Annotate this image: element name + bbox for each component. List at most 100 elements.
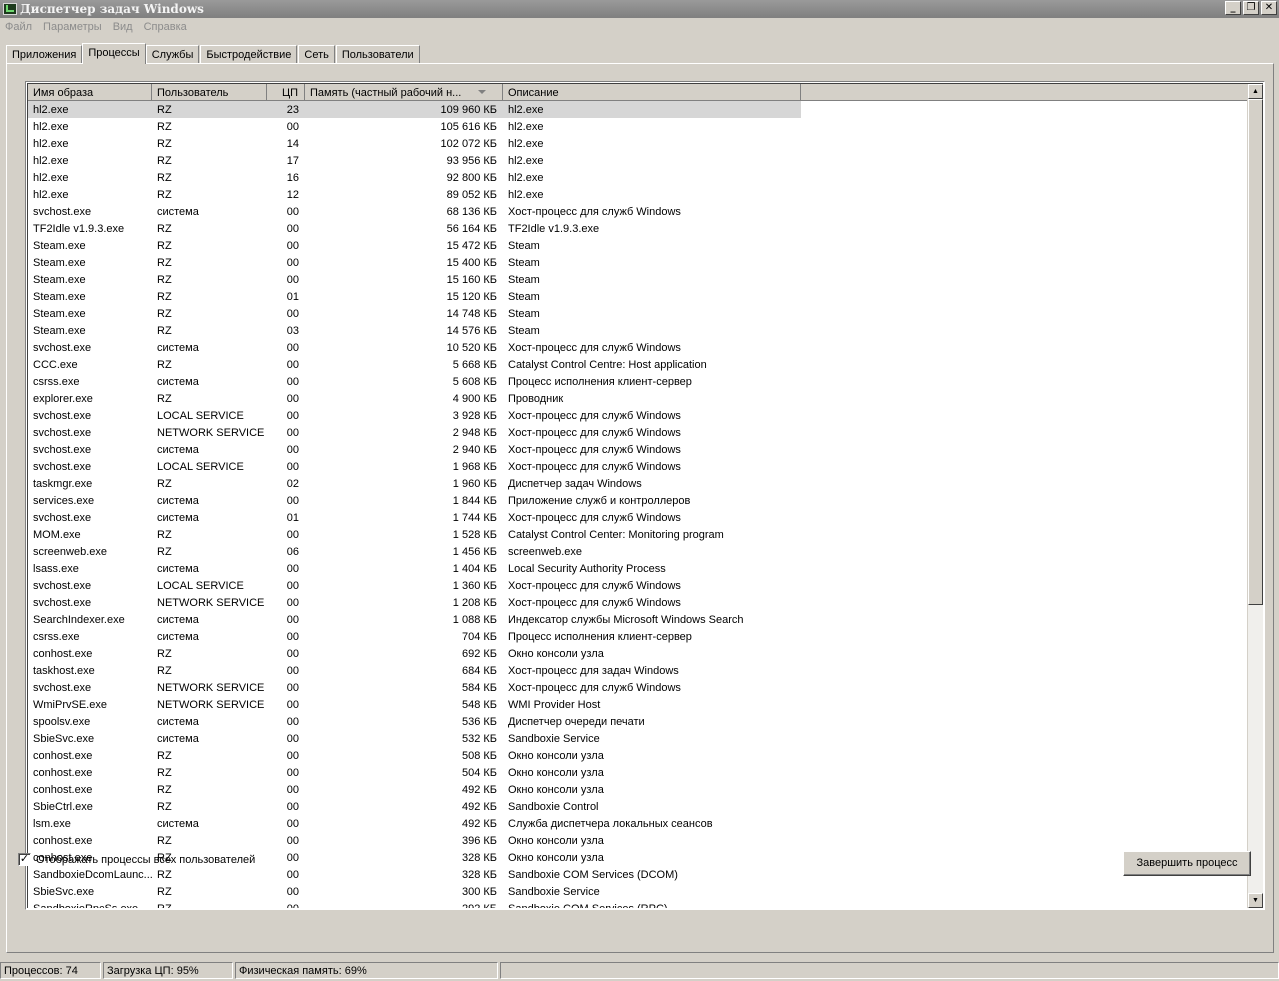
table-row[interactable]: lsm.exe система 00 492 КБ Служба диспетчера … <box>28 815 1248 832</box>
table-row[interactable]: svchost.exe NETWORK SERVICE 00 1 208 КБ Хост… <box>28 594 1248 611</box>
close-button[interactable]: ✕ <box>1261 1 1277 15</box>
menu-view[interactable]: Вид <box>108 19 139 37</box>
table-row[interactable]: conhost.exe RZ 00 492 КБ Окно консоли узла <box>28 781 1248 798</box>
table-row[interactable]: SbieSvc.exe система 00 532 КБ Sandboxie Serv… <box>28 730 1248 747</box>
scroll-thumb[interactable] <box>1248 99 1263 605</box>
table-row[interactable]: conhost.exe RZ 00 508 КБ Окно консоли узла <box>28 747 1248 764</box>
table-row[interactable]: SearchIndexer.exe система 00 1 088 КБ Индекс… <box>28 611 1248 628</box>
table-row[interactable]: conhost.exe RZ 00 692 КБ Окно консоли узла <box>28 645 1248 662</box>
table-row[interactable]: WmiPrvSE.exe NETWORK SERVICE 00 548 КБ WMI P… <box>28 696 1248 713</box>
table-row[interactable]: csrss.exe система 00 5 608 КБ Процесс исполн… <box>28 373 1248 390</box>
table-row[interactable]: svchost.exe NETWORK SERVICE 00 584 КБ Хост-п… <box>28 679 1248 696</box>
cell-image-name: WmiPrvSE.exe <box>33 699 107 711</box>
end-process-button[interactable]: Завершить процесс <box>1123 851 1251 876</box>
cell-cpu: 00 <box>286 359 299 371</box>
column-description[interactable]: Описание <box>503 84 801 101</box>
cell-memory: 1 088 КБ <box>452 614 497 626</box>
table-row[interactable]: conhost.exe RZ 00 396 КБ Окно консоли узла <box>28 832 1248 849</box>
table-row[interactable]: lsass.exe система 00 1 404 КБ Local Security… <box>28 560 1248 577</box>
table-row[interactable]: svchost.exe LOCAL SERVICE 00 3 928 КБ Хост-п… <box>28 407 1248 424</box>
cell-memory: 532 КБ <box>461 733 497 745</box>
table-row[interactable]: taskmgr.exe RZ 02 1 960 КБ Диспетчер задач W… <box>28 475 1248 492</box>
cell-image-name: conhost.exe <box>33 784 93 796</box>
vertical-scrollbar[interactable]: ▲ ▼ <box>1247 84 1263 908</box>
table-row[interactable]: svchost.exe система 01 1 744 КБ Хост-процесс… <box>28 509 1248 526</box>
cell-description: Окно консоли узла <box>508 784 604 796</box>
table-row[interactable]: hl2.exe RZ 12 89 052 КБ hl2.exe <box>28 186 1248 203</box>
table-row[interactable]: explorer.exe RZ 00 4 900 КБ Проводник <box>28 390 1248 407</box>
scroll-down-button[interactable]: ▼ <box>1248 893 1263 908</box>
table-row[interactable]: svchost.exe система 00 10 520 КБ Хост-процес… <box>28 339 1248 356</box>
table-row[interactable]: CCC.exe RZ 00 5 668 КБ Catalyst Control Cent… <box>28 356 1248 373</box>
cell-user: RZ <box>157 359 172 371</box>
minimize-button[interactable]: _ <box>1225 1 1241 15</box>
table-row[interactable]: svchost.exe NETWORK SERVICE 00 2 948 КБ Хост… <box>28 424 1248 441</box>
table-row[interactable]: Steam.exe RZ 01 15 120 КБ Steam <box>28 288 1248 305</box>
cell-user: LOCAL SERVICE <box>157 410 244 422</box>
table-row[interactable]: Steam.exe RZ 00 15 160 КБ Steam <box>28 271 1248 288</box>
cell-image-name: hl2.exe <box>33 155 69 167</box>
tab-networking[interactable]: Сеть <box>298 45 335 64</box>
table-row[interactable]: SbieCtrl.exe RZ 00 492 КБ Sandboxie Control <box>28 798 1248 815</box>
process-list[interactable]: Имя образа Пользователь ЦП Память (частн… <box>25 81 1265 910</box>
cell-user: RZ <box>157 172 172 184</box>
show-all-users-checkbox[interactable]: ✓ <box>18 853 31 866</box>
table-row[interactable]: services.exe система 00 1 844 КБ Приложение … <box>28 492 1248 509</box>
show-all-users-label[interactable]: Отображать процессы всех пользователей <box>36 854 255 866</box>
table-row[interactable]: TF2Idle v1.9.3.exe RZ 00 56 164 КБ TF2Idle v… <box>28 220 1248 237</box>
task-manager-icon[interactable] <box>3 3 17 15</box>
cell-memory: 1 456 КБ <box>452 546 497 558</box>
table-row[interactable]: hl2.exe RZ 00 105 616 КБ hl2.exe <box>28 118 1248 135</box>
cell-description: Steam <box>508 325 540 337</box>
cell-cpu: 00 <box>286 716 299 728</box>
tab-processes[interactable]: Процессы <box>82 43 146 64</box>
cell-image-name: SandboxieRpcSs.exe <box>28 900 152 908</box>
table-row[interactable]: SandboxieRpcSs.exeRZ00292 КБSandboxie CO… <box>28 900 1248 908</box>
tab-services[interactable]: Службы <box>145 45 200 64</box>
menu-help[interactable]: Справка <box>139 19 193 37</box>
table-row[interactable]: Steam.exe RZ 03 14 576 КБ Steam <box>28 322 1248 339</box>
restore-button[interactable]: ❐ <box>1243 1 1259 15</box>
cell-description: Хост-процесс для служб Windows <box>508 444 681 456</box>
tab-performance[interactable]: Быстродействие <box>200 45 298 64</box>
table-row[interactable]: screenweb.exe RZ 06 1 456 КБ screenweb.exe <box>28 543 1248 560</box>
menu-options[interactable]: Параметры <box>38 19 108 37</box>
cell-cpu: 00 <box>286 682 299 694</box>
column-cpu-label: ЦП <box>281 87 298 99</box>
cell-description: Окно консоли узла <box>508 835 604 847</box>
table-row[interactable]: hl2.exe RZ 23 109 960 КБ hl2.exe <box>28 101 1248 118</box>
table-row[interactable]: Steam.exe RZ 00 14 748 КБ Steam <box>28 305 1248 322</box>
cell-image-name: CCC.exe <box>33 359 78 371</box>
table-row[interactable]: svchost.exe система 00 68 136 КБ Хост-процес… <box>28 203 1248 220</box>
table-row[interactable]: csrss.exe система 00 704 КБ Процесс исполнен… <box>28 628 1248 645</box>
column-image-name[interactable]: Имя образа <box>28 84 152 101</box>
column-memory[interactable]: Память (частный рабочий н... <box>305 84 503 101</box>
table-row[interactable]: taskhost.exe RZ 00 684 КБ Хост-процесс для з… <box>28 662 1248 679</box>
cell-image-name: spoolsv.exe <box>33 716 91 728</box>
column-cpu[interactable]: ЦП <box>267 84 305 101</box>
table-row[interactable]: SbieSvc.exe RZ 00 300 КБ Sandboxie Service <box>28 883 1248 900</box>
table-row[interactable]: hl2.exe RZ 14 102 072 КБ hl2.exe <box>28 135 1248 152</box>
table-row[interactable]: conhost.exe RZ 00 504 КБ Окно консоли узла <box>28 764 1248 781</box>
table-row[interactable]: SandboxieDcomLaunc... RZ 00 328 КБ Sandboxie… <box>28 866 1248 883</box>
table-row[interactable]: Steam.exe RZ 00 15 400 КБ Steam <box>28 254 1248 271</box>
table-row[interactable]: svchost.exe LOCAL SERVICE 00 1 360 КБ Хост-п… <box>28 577 1248 594</box>
table-row[interactable]: hl2.exe RZ 16 92 800 КБ hl2.exe <box>28 169 1248 186</box>
table-row[interactable]: MOM.exe RZ 00 1 528 КБ Catalyst Control Cent… <box>28 526 1248 543</box>
table-row[interactable]: svchost.exe система 00 2 940 КБ Хост-процесс… <box>28 441 1248 458</box>
cell-user: система <box>157 342 199 354</box>
table-row[interactable]: hl2.exe RZ 17 93 956 КБ hl2.exe <box>28 152 1248 169</box>
show-all-users-option[interactable]: ✓ Отображать процессы всех пользователей <box>18 853 255 866</box>
menu-file[interactable]: Файл <box>0 19 38 37</box>
cell-image-name: hl2.exe <box>33 121 69 133</box>
table-row[interactable]: spoolsv.exe система 00 536 КБ Диспетчер очер… <box>28 713 1248 730</box>
tab-users[interactable]: Пользователи <box>335 45 420 64</box>
tab-applications[interactable]: Приложения <box>6 45 83 64</box>
cell-image-name: SbieCtrl.exe <box>33 801 93 813</box>
scroll-up-button[interactable]: ▲ <box>1248 84 1263 99</box>
table-row[interactable]: svchost.exe LOCAL SERVICE 00 1 968 КБ Хост-п… <box>28 458 1248 475</box>
column-user[interactable]: Пользователь <box>152 84 267 101</box>
table-row[interactable]: Steam.exe RZ 00 15 472 КБ Steam <box>28 237 1248 254</box>
cell-user: RZ <box>157 886 172 898</box>
cell-image-name: TF2Idle v1.9.3.exe <box>33 223 125 235</box>
